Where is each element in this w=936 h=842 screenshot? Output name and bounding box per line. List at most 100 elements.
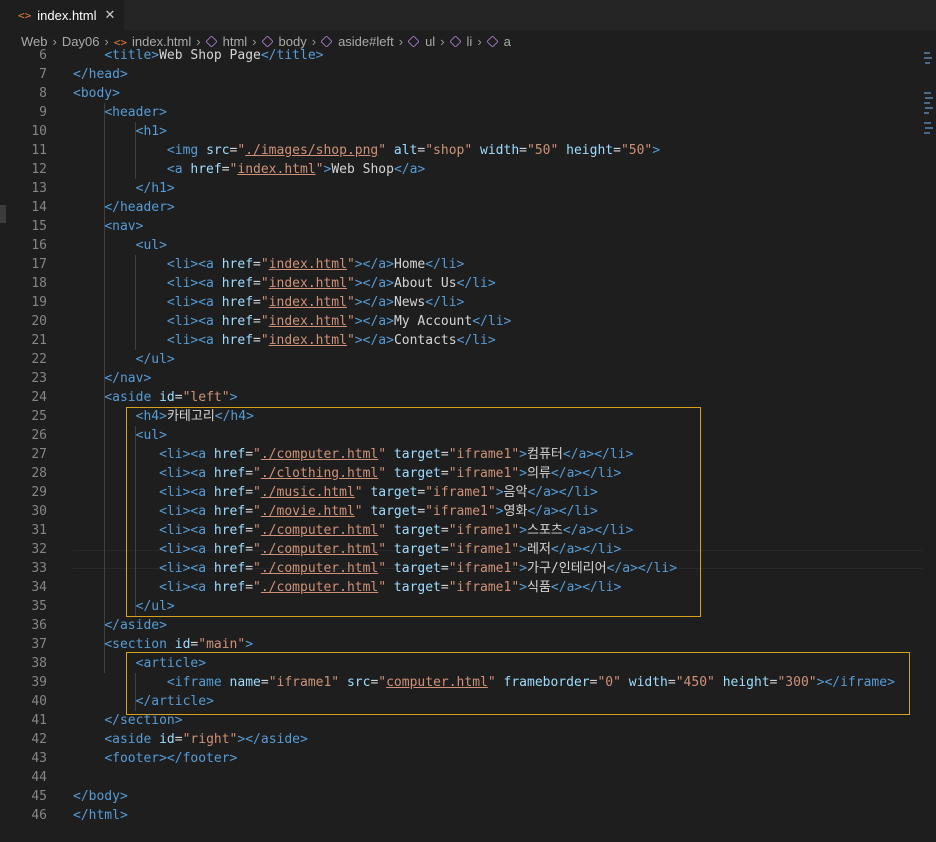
code-token: href [190, 162, 222, 177]
code-line[interactable]: 8 <body> [0, 84, 920, 103]
code-line[interactable]: 24 <aside id="left"> [0, 388, 920, 407]
code-line[interactable]: 16 <ul> [0, 236, 920, 255]
code-line[interactable]: 45 </body> [0, 787, 920, 806]
code-line[interactable]: 32 <li><a href="./computer.html" target=… [0, 540, 920, 559]
code-token: </a> [393, 162, 426, 177]
code-line[interactable]: 27 <li><a href="./computer.html" target=… [0, 445, 920, 464]
code-line[interactable]: 39 <iframe name="iframe1" src="computer.… [0, 673, 920, 692]
code-token: > [495, 504, 504, 519]
code-line[interactable]: 37 <section id="main"> [0, 635, 920, 654]
code-line[interactable]: 43 <footer></footer> [0, 749, 920, 768]
code-line[interactable]: 7 </head> [0, 65, 920, 84]
code-token: "50" [620, 143, 653, 158]
code-line[interactable]: 20 <li><a href="index.html"></a>My Accou… [0, 312, 920, 331]
code-line[interactable]: 30 <li><a href="./movie.html" target="if… [0, 502, 920, 521]
code-token: <title> [104, 48, 160, 63]
close-icon[interactable]: ✕ [105, 7, 116, 23]
tab-index-html[interactable]: <> index.html ✕ [0, 0, 124, 30]
code-token: ></a> [354, 295, 394, 310]
code-line[interactable]: 14 </header> [0, 198, 920, 217]
code-line[interactable]: 23 </nav> [0, 369, 920, 388]
code-line[interactable]: 41 </section> [0, 711, 920, 730]
code-line[interactable]: 26 <ul> [0, 426, 920, 445]
code-line[interactable]: 31 <li><a href="./computer.html" target=… [0, 521, 920, 540]
code-text: <a href="index.html">Web Shop</a> [73, 160, 425, 179]
code-line[interactable]: 28 <li><a href="./clothing.html" target=… [0, 464, 920, 483]
code-text: <li><a href="./computer.html" target="if… [73, 445, 633, 464]
code-text: <li><a href="index.html"></a>News</li> [73, 293, 464, 312]
code-token: = [253, 314, 261, 329]
code-token: "shop" [425, 143, 473, 158]
code-line[interactable]: 18 <li><a href="index.html"></a>About Us… [0, 274, 920, 293]
code-line[interactable]: 6 <title>Web Shop Page</title> [0, 46, 920, 65]
code-token: " [346, 333, 355, 348]
code-line[interactable]: 19 <li><a href="index.html"></a>News</li… [0, 293, 920, 312]
code-line[interactable]: 38 <article> [0, 654, 920, 673]
code-line[interactable]: 44 [0, 768, 920, 787]
code-token: > [229, 390, 238, 405]
code-token: </a></li> [606, 561, 678, 576]
code-line[interactable]: 40 </article> [0, 692, 920, 711]
code-line[interactable]: 33 <li><a href="./computer.html" target=… [0, 559, 920, 578]
code-line[interactable]: 9 <header> [0, 103, 920, 122]
line-number: 21 [31, 333, 47, 348]
code-token: href [221, 276, 254, 291]
code-text: <section id="main"> [73, 635, 253, 654]
code-line[interactable]: 46 </html> [0, 806, 920, 825]
code-token: ></iframe> [816, 675, 895, 690]
line-number: 37 [31, 637, 47, 652]
code-line[interactable]: 42 <aside id="right"></aside> [0, 730, 920, 749]
code-token: "iframe1" [425, 485, 496, 500]
code-token: index.html [268, 295, 347, 310]
code-line[interactable]: 34 <li><a href="./computer.html" target=… [0, 578, 920, 597]
code-token: " [260, 257, 269, 272]
code-token: "0" [597, 675, 621, 690]
code-line[interactable]: 15 <nav> [0, 217, 920, 236]
code-line[interactable]: 12 <a href="index.html">Web Shop</a> [0, 160, 920, 179]
tab-bar: <> index.html ✕ [0, 0, 936, 30]
code-text: <h1> [73, 122, 167, 141]
code-line[interactable]: 21 <li><a href="index.html"></a>Contacts… [0, 331, 920, 350]
code-token: index.html [268, 314, 347, 329]
code-line[interactable]: 13 </h1> [0, 179, 920, 198]
minimap[interactable] [922, 52, 936, 842]
code-line[interactable]: 11 <img src="./images/shop.png" alt="sho… [0, 141, 920, 160]
code-token: "iframe1" [425, 504, 496, 519]
code-token: index.html [268, 333, 347, 348]
code-token: = [245, 542, 254, 557]
code-token: " [253, 485, 261, 500]
code-token: </html> [73, 808, 128, 823]
code-line[interactable]: 36 </aside> [0, 616, 920, 635]
code-token: ./clothing.html [260, 466, 379, 481]
code-token: = [174, 390, 183, 405]
code-text: </html> [73, 806, 128, 825]
line-number: 27 [31, 447, 47, 462]
code-text: <li><a href="./music.html" target="ifram… [73, 483, 598, 502]
code-line[interactable]: 17 <li><a href="index.html"></a>Home</li… [0, 255, 920, 274]
code-line[interactable]: 22 </ul> [0, 350, 920, 369]
code-line[interactable]: 25 <h4>카테고리</h4> [0, 407, 920, 426]
code-token: > [519, 523, 527, 538]
line-number: 33 [31, 561, 47, 576]
code-token: " [260, 276, 269, 291]
code-token: " [346, 314, 355, 329]
code-token: <h1> [135, 124, 167, 139]
code-text: <article> [73, 654, 206, 673]
code-line[interactable]: 35 </ul> [0, 597, 920, 616]
code-line[interactable]: 10 <h1> [0, 122, 920, 141]
code-line[interactable]: 29 <li><a href="./music.html" target="if… [0, 483, 920, 502]
